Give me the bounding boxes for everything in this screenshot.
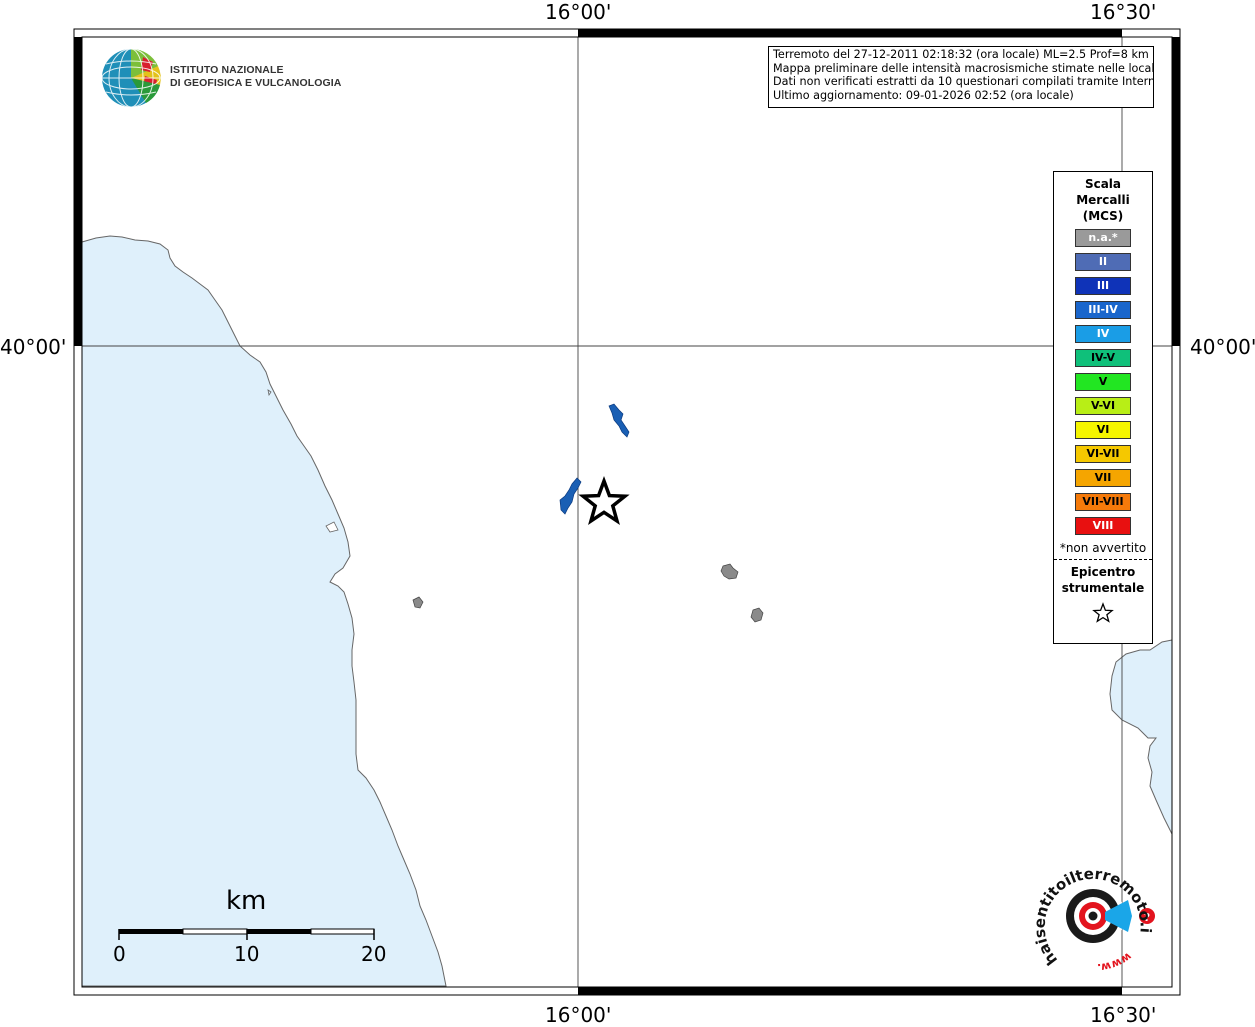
legend-items: n.a.* II III III-IV IV IV-V V V-VI VI VI-VII VII VI…: [1054, 229, 1152, 535]
frame-segment: [578, 987, 1122, 995]
legend-item: V-VI: [1075, 397, 1131, 415]
lon-label-bottom-right: 16°30': [1090, 1003, 1157, 1027]
legend-star-icon: [1054, 602, 1152, 628]
ingv-logo-line2: DI GEOFISICA E VULCANOLOGIA: [170, 77, 342, 89]
event-info-line3: Dati non verificati estratti da 10 quest…: [773, 75, 1154, 88]
event-info-box: Terremoto del 27-12-2011 02:18:32 (ora l…: [768, 46, 1154, 108]
legend-note: *non avvertito: [1059, 541, 1147, 555]
ingv-logo-icon: [101, 48, 161, 108]
scale-label-10: 10: [234, 942, 260, 966]
legend-epicenter-line1: Epicentro: [1070, 565, 1136, 579]
legend-title-line2: Mercalli: [1076, 193, 1130, 207]
frame-segment: [74, 37, 82, 346]
frame-segment: [578, 29, 1122, 37]
frame-segment: [1172, 37, 1180, 346]
ingv-logo-line1: ISTITUTO NAZIONALE: [170, 64, 284, 76]
lon-label-top-right: 16°30': [1090, 0, 1157, 24]
event-info-line2: Mappa preliminare delle intensità macros…: [773, 61, 1154, 75]
lat-label-left: 40°00': [0, 335, 67, 359]
legend-item: IV: [1075, 325, 1131, 343]
legend-item: II: [1075, 253, 1131, 271]
legend-item: V: [1075, 373, 1131, 391]
ingv-logo-text: ISTITUTO NAZIONALE DI GEOFISICA E VULCAN…: [170, 64, 341, 90]
event-info-line1: Terremoto del 27-12-2011 02:18:32 (ora l…: [773, 48, 1149, 61]
legend-item: III-IV: [1075, 301, 1131, 319]
event-info-line4: Ultimo aggiornamento: 09-01-2026 02:52 (…: [773, 88, 1074, 102]
legend-epicenter-label: Epicentro strumentale: [1054, 564, 1152, 596]
legend-item: VI-VII: [1075, 445, 1131, 463]
legend-separator: [1054, 559, 1152, 560]
scale-label-20: 20: [361, 942, 387, 966]
scale-label-0: 0: [113, 942, 126, 966]
legend-title-line1: Scala: [1084, 177, 1122, 191]
legend-title: Scala Mercalli (MCS): [1054, 176, 1152, 224]
legend-item: n.a.*: [1075, 229, 1131, 247]
legend-item: VI: [1075, 421, 1131, 439]
lon-label-top-left: 16°00': [545, 0, 612, 24]
legend-item: IV-V: [1075, 349, 1131, 367]
mcs-legend: Scala Mercalli (MCS) n.a.* II III III-IV IV I…: [1053, 171, 1153, 644]
legend-item: VIII: [1075, 517, 1131, 535]
legend-item: VII-VIII: [1075, 493, 1131, 511]
legend-epicenter-line2: strumentale: [1061, 581, 1145, 595]
lat-label-right: 40°00': [1190, 335, 1255, 359]
scale-unit: km: [226, 886, 267, 916]
lon-label-bottom-left: 16°00': [545, 1003, 612, 1027]
legend-item: VII: [1075, 469, 1131, 487]
legend-title-line3: (MCS): [1082, 209, 1124, 223]
legend-item: III: [1075, 277, 1131, 295]
